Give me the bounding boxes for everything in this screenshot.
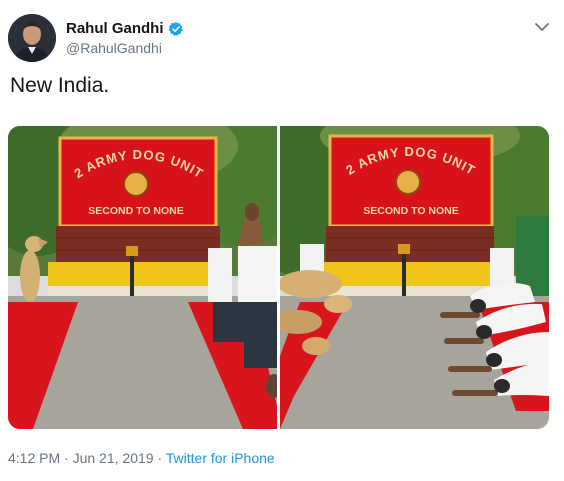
sign-title-right-text: 2 ARMY DOG UNIT bbox=[343, 144, 477, 178]
tweet-date[interactable]: Jun 21, 2019 bbox=[73, 450, 154, 466]
tweet-time[interactable]: 4:12 PM bbox=[8, 450, 60, 466]
author-name[interactable]: Rahul Gandhi bbox=[66, 20, 164, 37]
sign-title-right: 2 ARMY DOG UNIT bbox=[343, 144, 478, 178]
avatar-image bbox=[8, 14, 56, 62]
sign-motto-left: SECOND TO NONE bbox=[88, 205, 183, 217]
sign-motto-right: SECOND TO NONE bbox=[363, 205, 458, 217]
sign-title-left-text: 2 ARMY DOG UNIT bbox=[71, 147, 205, 181]
author-handle[interactable]: @RahulGandhi bbox=[66, 40, 162, 56]
sign-title-left: 2 ARMY DOG UNIT bbox=[71, 147, 206, 181]
tweet-source-link[interactable]: Twitter for iPhone bbox=[166, 450, 275, 466]
sign-text-layer: 2 ARMY DOG UNIT SECOND TO NONE 2 ARMY DO… bbox=[71, 144, 478, 217]
meta-separator: · bbox=[60, 450, 73, 466]
tweet-text: New India. bbox=[10, 74, 110, 97]
author-name-row[interactable]: Rahul Gandhi bbox=[66, 20, 184, 37]
chevron-down-icon[interactable] bbox=[533, 20, 551, 34]
avatar[interactable] bbox=[8, 14, 56, 62]
tweet-meta: 4:12 PM · Jun 21, 2019 · Twitter for iPh… bbox=[8, 450, 275, 466]
verified-badge-icon bbox=[168, 21, 183, 36]
tweet-media[interactable]: 2 ARMY DOG UNIT SECOND TO NONE 2 ARMY DO… bbox=[8, 126, 549, 429]
meta-separator-2: · bbox=[153, 450, 166, 466]
